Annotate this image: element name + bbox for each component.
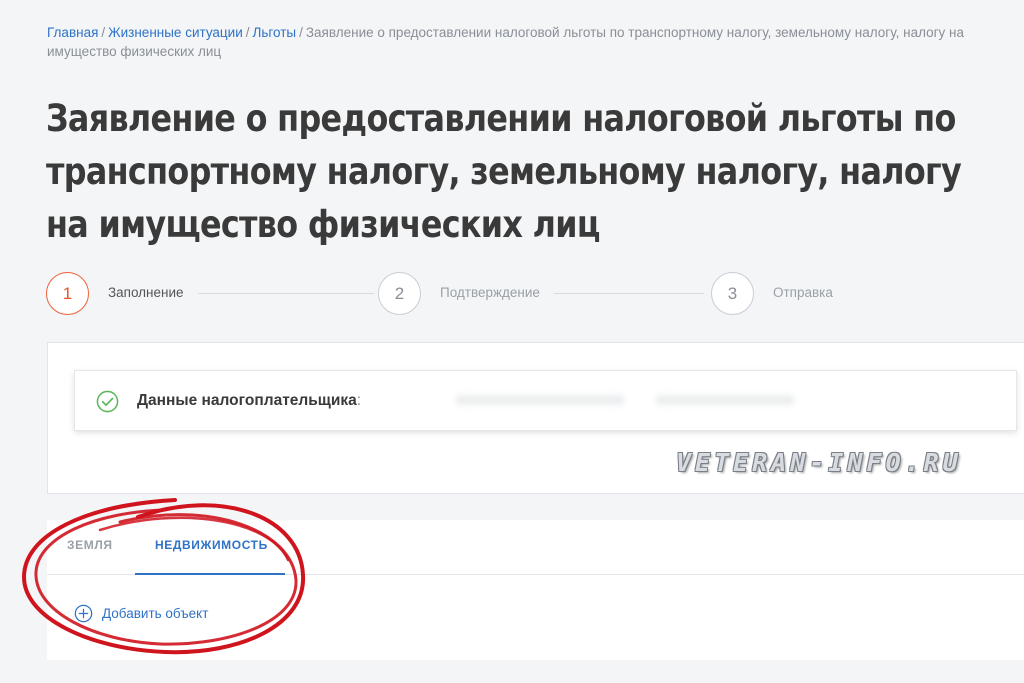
check-circle-icon: [96, 390, 119, 413]
tab-real-estate[interactable]: НЕДВИЖИМОСТЬ: [155, 538, 268, 552]
taxpayer-data-panel[interactable]: Данные налогоплательщика:: [74, 370, 1017, 431]
tab-land[interactable]: ЗЕМЛЯ: [67, 538, 113, 552]
step-3-label: Отправка: [773, 285, 833, 300]
stepper: 1 Заполнение 2 Подтверждение 3 Отправка: [46, 272, 846, 316]
plus-circle-icon: [74, 604, 93, 622]
redacted-inn: [655, 395, 795, 405]
breadcrumb: Главная / Жизненные ситуации / Льготы / Заявле…: [47, 23, 1007, 61]
redacted-name: [455, 395, 625, 405]
step-1-label: Заполнение: [108, 285, 184, 300]
breadcrumb-link-benefits[interactable]: Льготы: [253, 25, 297, 40]
add-object-button[interactable]: Добавить объект: [74, 602, 208, 624]
step-3-indicator: 3: [711, 272, 754, 315]
breadcrumb-link-home[interactable]: Главная: [47, 25, 98, 40]
objects-panel: ЗЕМЛЯ НЕДВИЖИМОСТЬ Добавить объект: [47, 520, 1024, 660]
step-1-indicator: 1: [46, 272, 89, 315]
taxpayer-label-text: Данные налогоплательщика: [137, 392, 357, 409]
breadcrumb-link-life-situations[interactable]: Жизненные ситуации: [108, 25, 243, 40]
watermark: VETERAN-INFO.RU: [676, 448, 962, 477]
step-connector: [198, 293, 374, 294]
taxpayer-label: Данные налогоплательщика:: [137, 392, 361, 410]
taxpayer-label-colon: :: [356, 392, 362, 409]
breadcrumb-separator: /: [245, 25, 250, 40]
breadcrumb-separator: /: [101, 25, 106, 40]
page-title: Заявление о предоставлении налоговой льг…: [46, 97, 962, 246]
add-object-label: Добавить объект: [102, 605, 209, 621]
active-tab-indicator: [135, 573, 285, 575]
breadcrumb-separator: /: [299, 25, 303, 40]
step-2-label: Подтверждение: [440, 285, 540, 300]
step-connector: [554, 293, 704, 294]
step-2-indicator: 2: [378, 272, 421, 315]
